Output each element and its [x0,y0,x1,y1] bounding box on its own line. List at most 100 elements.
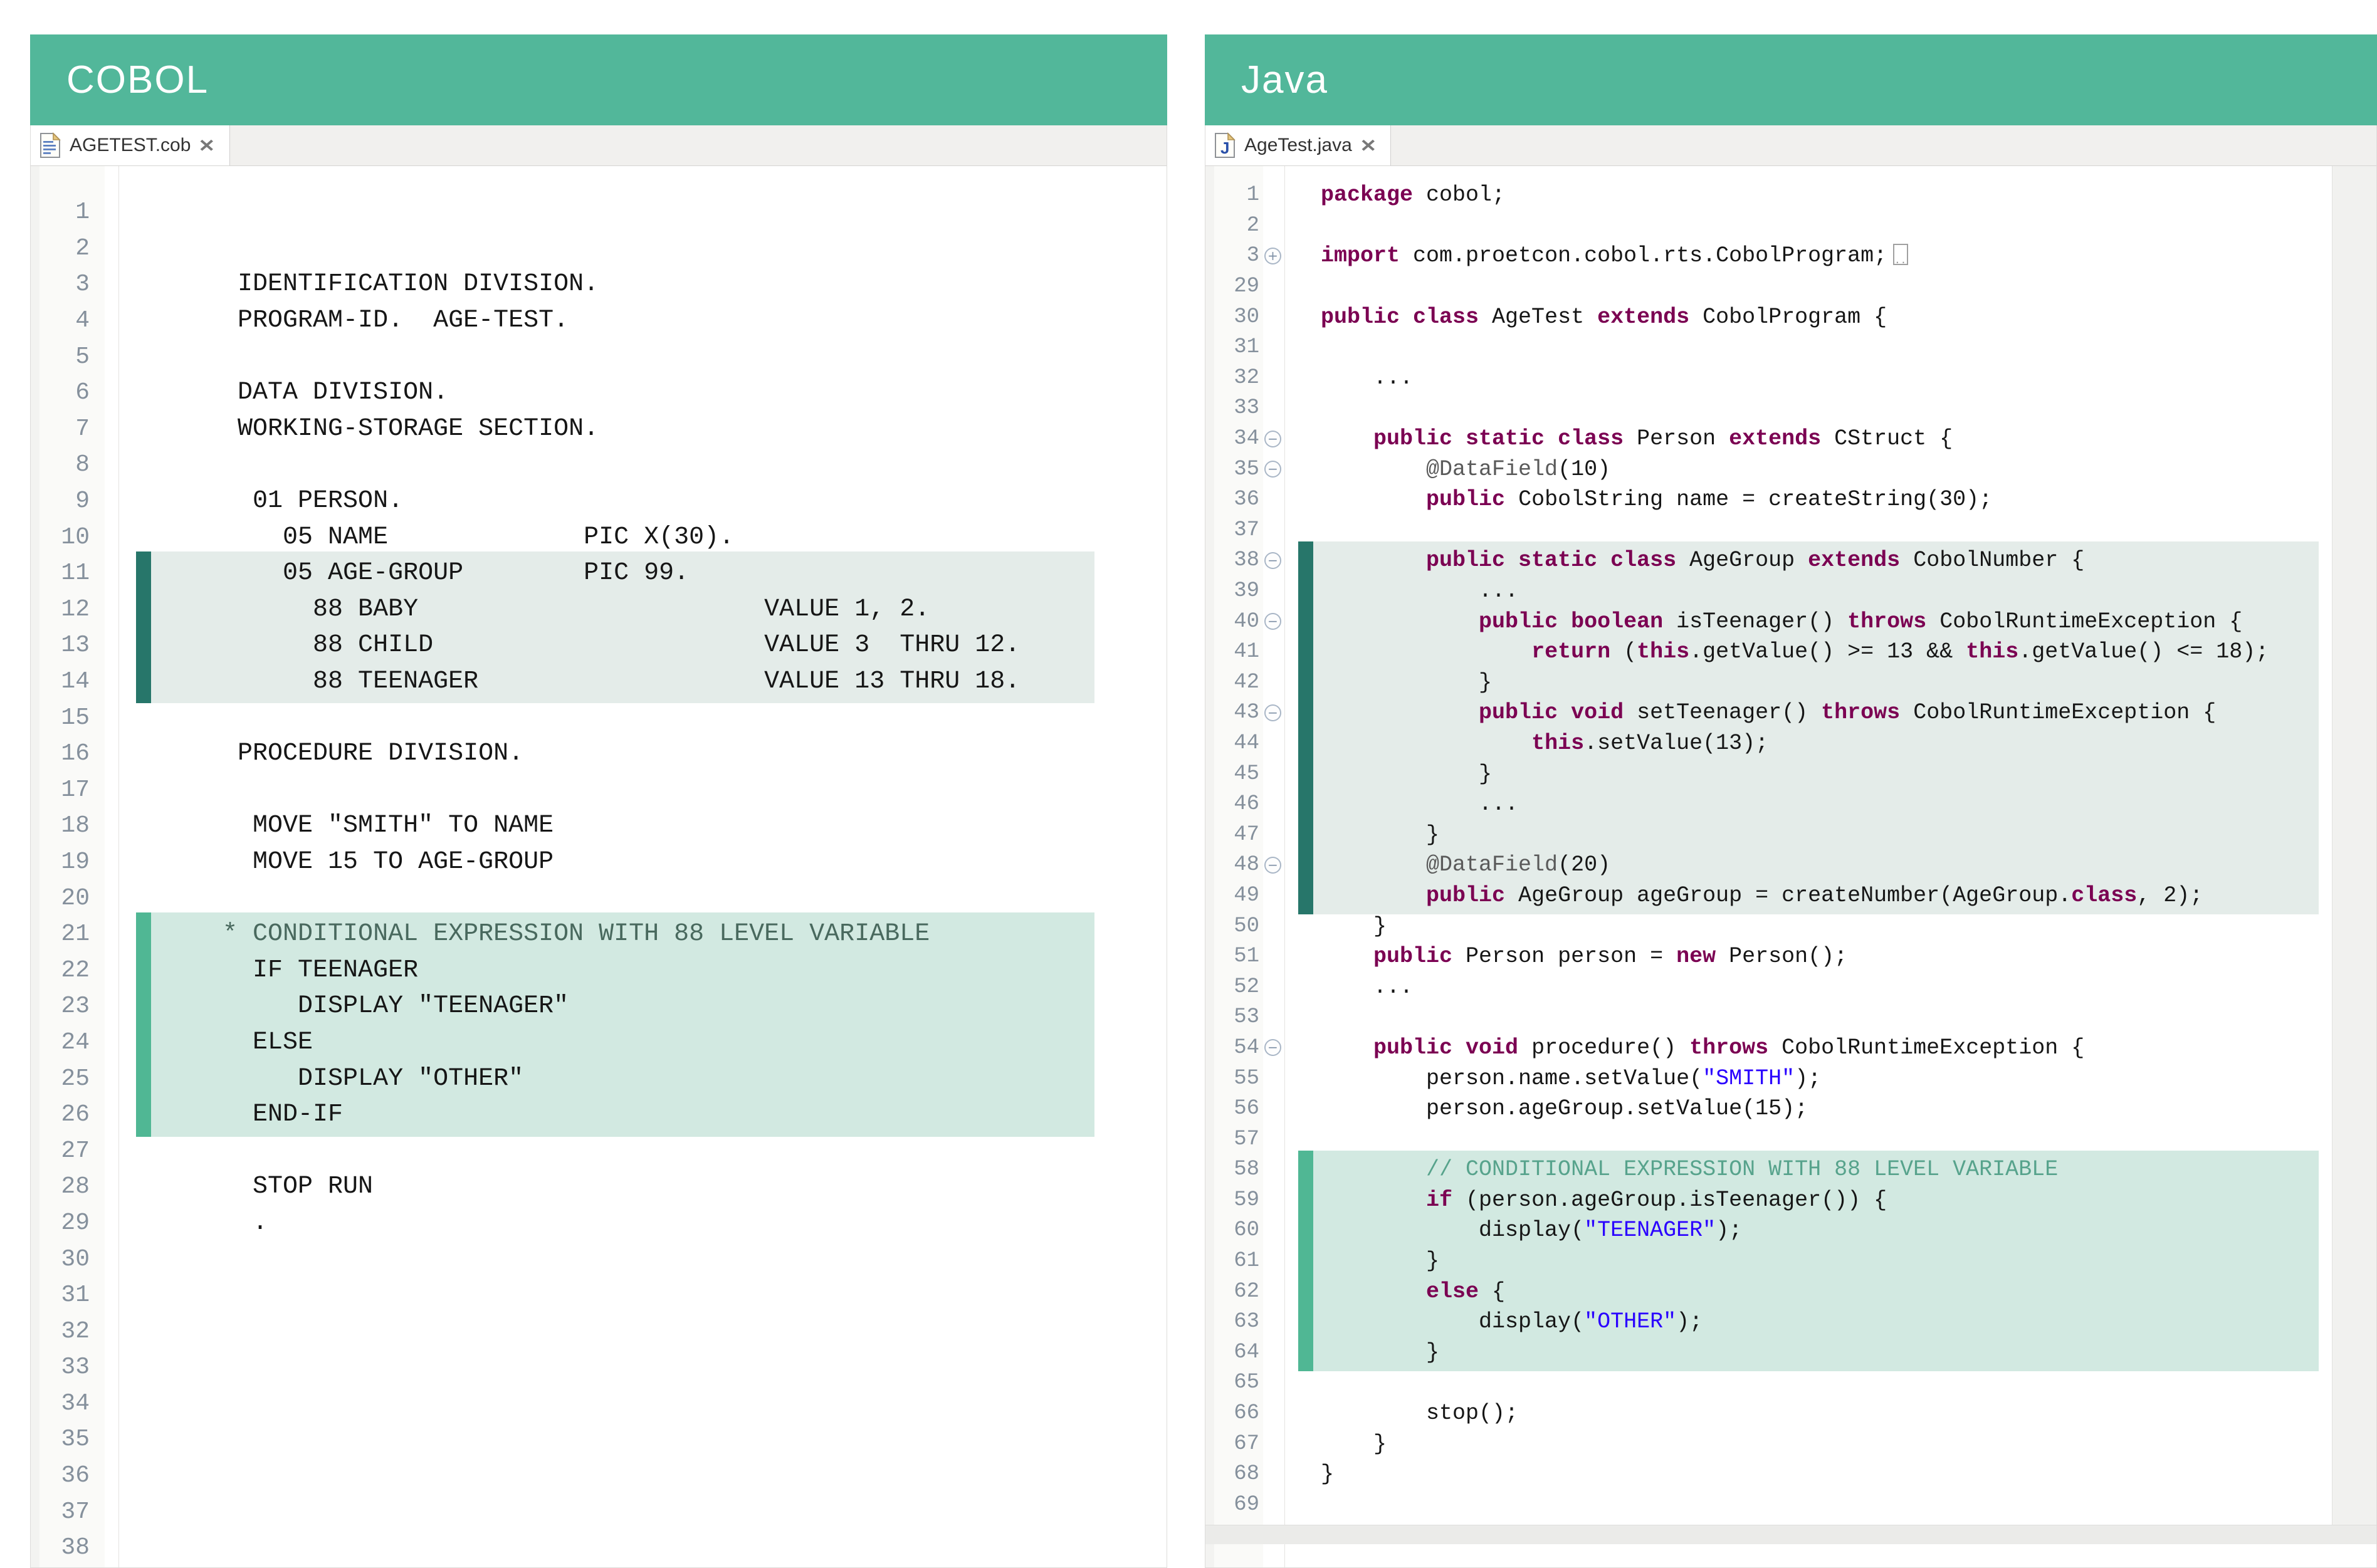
code-line[interactable]: public Person person = new Person(); [1286,944,1847,969]
code-line-row: 38 [31,1530,1167,1566]
code-line[interactable]: 88 BABY VALUE 1, 2. [118,595,930,624]
cobol-editor[interactable]: 123 IDENTIFICATION DIVISION.4 PROGRAM-ID… [31,166,1167,1567]
code-line[interactable]: END-IF [118,1100,343,1129]
code-line-row: 3+import com.proetcon.cobol.rts.CobolPro… [1205,241,2376,271]
code-line[interactable]: return (this.getValue() >= 13 && this.ge… [1286,639,2269,664]
code-line[interactable]: DISPLAY "TEENAGER" [118,992,569,1020]
code-line[interactable]: } [1286,670,1492,695]
fold-collapse-icon[interactable]: − [1264,431,1281,447]
code-line[interactable]: PROCEDURE DIVISION. [118,740,523,768]
cobol-gutter-divider [118,166,119,1567]
code-line[interactable]: IDENTIFICATION DIVISION. [118,270,599,298]
code-line[interactable]: DATA DIVISION. [118,379,448,407]
code-line[interactable]: 05 AGE-GROUP PIC 99. [118,559,689,587]
fold-collapse-icon[interactable]: − [1264,461,1281,478]
code-line[interactable]: } [1286,1340,1439,1365]
folded-region-icon[interactable] [1893,244,1908,265]
code-line[interactable]: } [1286,761,1492,787]
code-line[interactable]: public static class AgeGroup extends Cob… [1286,548,2084,573]
code-line-row: 44 this.setValue(13); [1205,728,2376,759]
fold-collapse-icon[interactable]: − [1264,1039,1281,1056]
code-line[interactable]: WORKING-STORAGE SECTION. [118,415,599,443]
code-line[interactable]: import com.proetcon.cobol.rts.CobolProgr… [1286,243,1908,268]
code-line[interactable]: * CONDITIONAL EXPRESSION WITH 88 LEVEL V… [118,920,930,948]
java-tabbar: J AgeTest.java ✕ [1205,125,2376,166]
code-line[interactable]: public CobolString name = createString(3… [1286,487,1992,512]
code-line[interactable]: MOVE 15 TO AGE-GROUP [118,848,554,876]
code-line[interactable]: STOP RUN [118,1173,373,1201]
code-line[interactable]: else { [1286,1279,1505,1304]
code-line-row: 23 DISPLAY "TEENAGER" [31,988,1167,1025]
code-line[interactable]: 88 CHILD VALUE 3 THRU 12. [118,631,1020,659]
fold-column: − [1263,461,1286,478]
code-line[interactable]: } [1286,1461,1334,1487]
cobol-panel-header: COBOL [30,34,1167,125]
code-line[interactable]: IF TEENAGER [118,956,418,985]
code-line[interactable]: } [1286,1248,1439,1273]
code-line[interactable]: package cobol; [1286,182,1505,207]
code-line[interactable]: public static class Person extends CStru… [1286,426,1953,451]
line-number: 28 [31,1173,105,1200]
line-number: 11 [31,560,105,587]
code-line[interactable]: person.name.setValue("SMITH"); [1286,1066,1821,1091]
code-line-row: 35− @DataField(10) [1205,454,2376,484]
code-line[interactable]: DISPLAY "OTHER" [118,1065,523,1093]
code-line[interactable]: . [118,1209,268,1237]
code-line[interactable]: display("TEENAGER"); [1286,1218,1742,1243]
code-line[interactable]: PROGRAM-ID. AGE-TEST. [118,306,569,335]
code-line-row: 4 PROGRAM-ID. AGE-TEST. [31,303,1167,339]
line-number: 35 [31,1426,105,1453]
code-line-row: 46 ... [1205,789,2376,820]
code-line[interactable]: ELSE [118,1028,313,1057]
code-line[interactable]: public class AgeTest extends CobolProgra… [1286,305,1887,330]
line-number: 16 [31,740,105,767]
vertical-scrollbar[interactable] [2332,166,2376,1525]
code-line-row: 9 01 PERSON. [31,483,1167,520]
code-line[interactable]: if (person.ageGroup.isTeenager()) { [1286,1188,1887,1213]
code-line[interactable]: 05 NAME PIC X(30). [118,523,734,551]
code-line-row: 54− public void procedure() throws Cobol… [1205,1033,2376,1064]
code-line[interactable]: @DataField(20) [1286,852,1610,877]
tab-close-icon[interactable]: ✕ [1360,135,1377,156]
code-line[interactable]: public boolean isTeenager() throws Cobol… [1286,609,2242,634]
code-line-row: 7 WORKING-STORAGE SECTION. [31,411,1167,447]
code-line[interactable]: // CONDITIONAL EXPRESSION WITH 88 LEVEL … [1286,1157,2058,1182]
cobol-code-area: 123 IDENTIFICATION DIVISION.4 PROGRAM-ID… [31,166,1167,1566]
code-line-row: 21 * CONDITIONAL EXPRESSION WITH 88 LEVE… [31,916,1167,953]
code-line[interactable]: stop(); [1286,1401,1518,1426]
code-line[interactable]: 01 PERSON. [118,487,403,515]
code-line-row: 27 [31,1132,1167,1169]
code-line[interactable]: public void procedure() throws CobolRunt… [1286,1035,2084,1060]
line-number: 32 [31,1318,105,1345]
fold-collapse-icon[interactable]: − [1264,704,1281,721]
code-line-row: 34 [31,1386,1167,1422]
code-line[interactable]: this.setValue(13); [1286,731,1768,756]
code-line[interactable]: @DataField(10) [1286,457,1610,482]
code-line-row: 37 [31,1493,1167,1530]
code-line[interactable]: 88 TEENAGER VALUE 13 THRU 18. [118,667,1020,696]
code-line[interactable]: MOVE "SMITH" TO NAME [118,812,554,840]
code-line[interactable]: ... [1286,792,1518,817]
code-line[interactable]: } [1286,914,1387,939]
code-line[interactable]: display("OTHER"); [1286,1309,1703,1334]
code-line[interactable]: ... [1286,365,1413,390]
fold-expand-icon[interactable]: + [1264,248,1281,264]
code-line-row: 61 } [1205,1246,2376,1277]
code-line[interactable]: public void setTeenager() throws CobolRu… [1286,700,2216,725]
code-line[interactable]: public AgeGroup ageGroup = createNumber(… [1286,883,2203,908]
code-line[interactable]: person.ageGroup.setValue(15); [1286,1096,1808,1121]
fold-collapse-icon[interactable]: − [1264,552,1281,569]
code-line[interactable]: } [1286,822,1439,847]
code-line[interactable]: ... [1286,975,1413,1000]
java-editor[interactable]: 1package cobol;23+import com.proetcon.co… [1205,166,2376,1567]
fold-collapse-icon[interactable]: − [1264,857,1281,874]
tab-close-icon[interactable]: ✕ [199,135,216,156]
fold-collapse-icon[interactable]: − [1264,613,1281,630]
code-line-row: 47 } [1205,819,2376,850]
horizontal-scrollbar[interactable] [1205,1525,2376,1544]
code-line-row: 19 MOVE 15 TO AGE-GROUP [31,844,1167,881]
code-line[interactable]: ... [1286,578,1518,604]
tab-agetest-cob[interactable]: AGETEST.cob ✕ [31,125,230,165]
code-line[interactable]: } [1286,1431,1387,1456]
tab-agetest-java[interactable]: J AgeTest.java ✕ [1205,125,1391,165]
